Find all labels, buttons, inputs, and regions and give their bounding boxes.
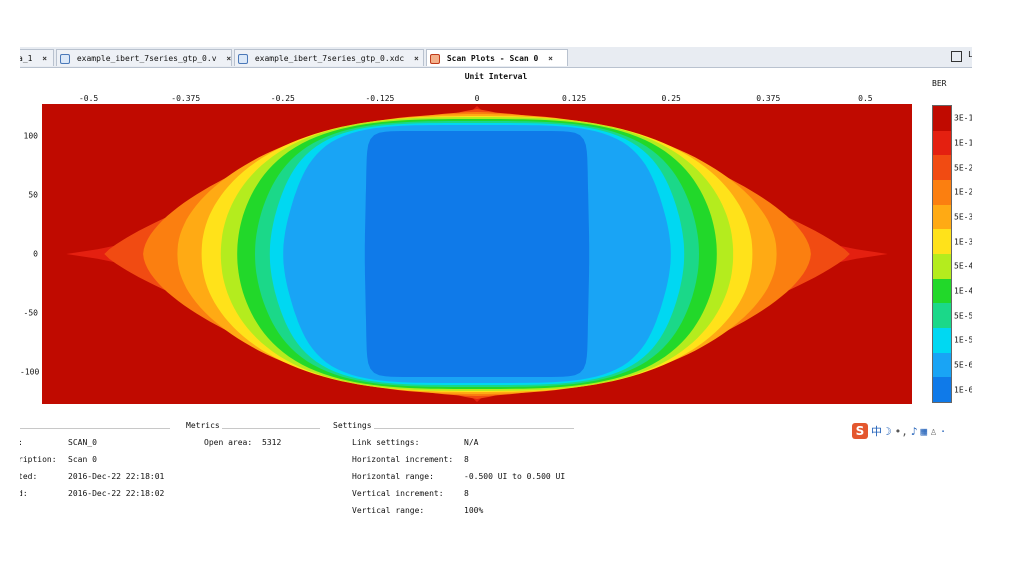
editor-tab-bar: a_1 × example_ibert_7series_gtp_0.v × ex…: [20, 47, 972, 68]
plot-title: Unit Interval: [464, 72, 528, 81]
info-value: SCAN_0: [68, 438, 97, 447]
open-area-label: Open area:: [204, 438, 253, 447]
tab-overflow-label: L: [968, 50, 972, 59]
y-tick-label: 100: [23, 131, 38, 141]
y-tick-label: 0: [33, 249, 38, 259]
close-icon[interactable]: ×: [226, 50, 231, 66]
legend-label: 1E-5: [954, 335, 972, 345]
y-tick-label: -100: [20, 367, 40, 377]
legend-swatch: [933, 253, 951, 279]
legend-title: BER: [932, 79, 947, 88]
legend-swatch: [933, 204, 951, 230]
info-label: :: [20, 438, 23, 447]
legend-label: 1E-2: [954, 187, 972, 197]
legend-swatch: [933, 278, 951, 304]
setting-value: 8: [464, 455, 469, 464]
legend-swatch: [933, 327, 951, 353]
punctuation-icon[interactable]: •,: [895, 425, 908, 438]
legend-label: 5E-2: [954, 163, 972, 173]
legend-swatch: [933, 106, 951, 131]
x-tick-label: -0.375: [171, 94, 201, 103]
heatmap-level-11: [364, 131, 590, 377]
sogou-logo-icon[interactable]: S: [852, 423, 868, 439]
keyboard-icon[interactable]: ▦: [921, 425, 928, 438]
setting-value: 8: [464, 489, 469, 498]
y-tick-label: 50: [28, 190, 38, 200]
close-icon[interactable]: ×: [42, 50, 47, 66]
x-tick-label: 0.25: [661, 94, 681, 103]
legend-swatch: [933, 179, 951, 205]
file-icon: [238, 53, 248, 64]
ber-color-legend: [932, 105, 952, 403]
divider: [222, 428, 320, 429]
setting-label: Vertical increment:: [352, 489, 444, 498]
setting-value: 100%: [464, 506, 484, 515]
x-tick-label: -0.25: [270, 94, 295, 103]
ime-toolbar: S 中 ☽ •, ♪ ▦ ♙ ·: [852, 422, 946, 440]
moon-icon[interactable]: ☽: [885, 425, 892, 438]
setting-label: Vertical range:: [352, 506, 425, 515]
x-tick-label: -0.125: [365, 94, 395, 103]
more-icon[interactable]: ·: [940, 425, 947, 438]
legend-label: 5E-3: [954, 212, 972, 222]
open-area-value: 5312: [262, 438, 282, 447]
close-icon[interactable]: ×: [414, 50, 419, 66]
ime-language-toggle[interactable]: 中: [871, 423, 882, 439]
setting-value: N/A: [464, 438, 479, 447]
tab-label: a_1: [20, 54, 33, 63]
legend-label: 1E-6: [954, 385, 972, 395]
tab-label: example_ibert_7series_gtp_0.xdc: [254, 54, 405, 63]
info-label: ted:: [20, 472, 38, 481]
setting-label: Link settings:: [352, 438, 420, 447]
x-tick-label: -0.5: [78, 94, 99, 103]
legend-swatch: [933, 130, 951, 156]
tab-verilog-file[interactable]: example_ibert_7series_gtp_0.v ×: [56, 49, 232, 66]
metrics-title: Metrics: [186, 421, 220, 430]
legend-swatch: [933, 303, 951, 328]
x-tick-label: 0: [474, 94, 480, 103]
tab-scan-plots[interactable]: Scan Plots - Scan 0 ×: [426, 49, 568, 66]
maximize-icon[interactable]: [951, 51, 962, 62]
x-tick-label: 0.375: [756, 94, 781, 103]
tab-label: example_ibert_7series_gtp_0.v: [76, 54, 217, 63]
setting-value: -0.500 UI to 0.500 UI: [464, 472, 566, 481]
tab-xdc-file[interactable]: example_ibert_7series_gtp_0.xdc ×: [234, 49, 424, 66]
x-tick-label: 0.125: [562, 94, 587, 103]
eye-scan-heatmap[interactable]: [42, 104, 912, 404]
legend-label: 1E-3: [954, 237, 972, 247]
info-label: d:: [20, 489, 28, 498]
tab-label: Scan Plots - Scan 0: [446, 54, 539, 63]
y-tick-label: -50: [23, 308, 38, 318]
globe-file-icon: [60, 53, 70, 64]
scan-plot-icon: [430, 53, 440, 64]
legend-swatch: [933, 155, 951, 180]
setting-label: Horizontal increment:: [352, 455, 454, 464]
legend-label: 5E-4: [954, 261, 972, 271]
setting-label: Horizontal range:: [352, 472, 434, 481]
x-tick-label: 0.5: [858, 94, 873, 103]
close-icon[interactable]: ×: [548, 50, 553, 66]
legend-label: 5E-5: [954, 311, 972, 321]
legend-label: 5E-6: [954, 360, 972, 370]
divider: [374, 428, 574, 429]
info-value: 2016-Dec-22 22:18:01: [68, 472, 165, 481]
legend-swatch: [933, 352, 951, 378]
microphone-icon[interactable]: ♪: [911, 425, 918, 438]
info-label: ription:: [20, 455, 57, 464]
legend-label: 1E-1: [954, 138, 972, 148]
scan-plot-window: a_1 × example_ibert_7series_gtp_0.v × ex…: [20, 47, 972, 527]
tab-a1[interactable]: a_1 ×: [20, 49, 54, 66]
legend-swatch: [933, 377, 951, 402]
info-value: Scan 0: [68, 455, 97, 464]
info-value: 2016-Dec-22 22:18:02: [68, 489, 165, 498]
legend-label: 3E-1: [954, 113, 972, 123]
user-icon[interactable]: ♙: [930, 425, 937, 438]
legend-swatch: [933, 229, 951, 254]
settings-title: Settings: [333, 421, 372, 430]
divider: [20, 428, 170, 429]
legend-label: 1E-4: [954, 286, 972, 296]
